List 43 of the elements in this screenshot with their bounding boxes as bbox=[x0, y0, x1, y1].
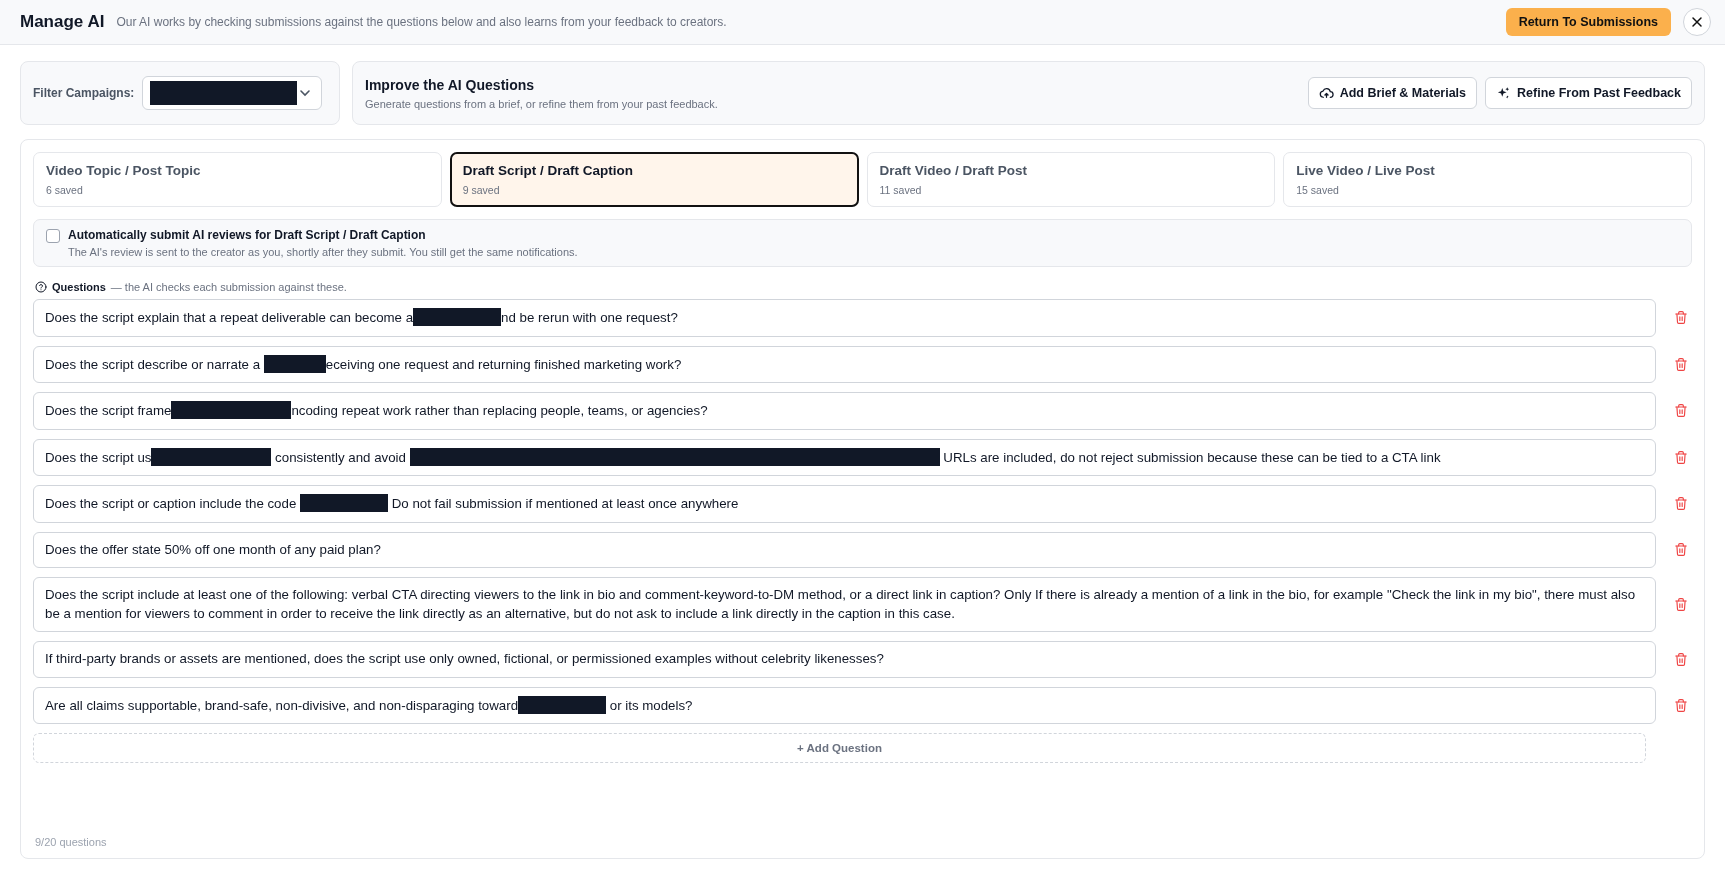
question-field[interactable]: If third-party brands or assets are mentioned, does the script use only owned, fictional, or permissioned examples without celebrity likenesses? bbox=[33, 641, 1656, 678]
trash-icon bbox=[1674, 496, 1688, 512]
question-field[interactable]: Does the script or caption include the code Do not fail submission if mentioned at least once anywhere bbox=[33, 485, 1656, 523]
question-field[interactable]: Are all claims supportable, brand-safe, non-divisive, and non-disparaging toward or its models? bbox=[33, 686, 1656, 724]
question-field[interactable]: Does the script us consistently and avoid URLs are included, do not reject submission because these can be tied to a CTA link bbox=[33, 438, 1656, 476]
close-button[interactable] bbox=[1683, 8, 1711, 36]
add-question-button[interactable]: + Add Question bbox=[33, 733, 1646, 763]
trash-icon bbox=[1674, 651, 1688, 667]
question-field[interactable]: Does the script include at least one of the following: verbal CTA directing viewers to the link in bio and comment-keyword-to-DM method, or a direct link in caption? Only If there is already a mention of a link in the bio, for example "Check the link in my bio", there must also be a mention for viewers to comment in order to receive the link directly as an alternative, but do not ask to include a link directly in the caption in this case. bbox=[33, 577, 1656, 632]
stage-tab[interactable]: Live Video / Live Post 15 saved bbox=[1283, 152, 1692, 207]
trash-icon bbox=[1674, 449, 1688, 465]
question-field[interactable]: Does the script describe or narrate a eceiving one request and returning finished marketing work? bbox=[33, 345, 1656, 383]
question-field[interactable]: Does the script frame ncoding repeat work rather than replacing people, teams, or agencies? bbox=[33, 392, 1656, 430]
panel-title: Improve the AI Questions bbox=[365, 76, 536, 93]
section-note: — the AI checks each submission against these. bbox=[110, 281, 347, 293]
trash-icon bbox=[1674, 597, 1688, 612]
trash-icon bbox=[1674, 542, 1688, 558]
checkbox-description: The AI's review is sent to the creator as you, shortly after they submit. You still get the same notifications. bbox=[68, 246, 578, 258]
checkbox-label: Automatically submit AI reviews for Draft Script / Draft Caption bbox=[68, 228, 427, 242]
panel-description: Generate questions from a brief, or refine them from your past feedback. bbox=[365, 97, 718, 110]
refine-button[interactable]: Refine From Past Feedback bbox=[1485, 77, 1692, 109]
checkbox[interactable] bbox=[46, 229, 60, 243]
return-button[interactable]: Return To Submissions bbox=[1505, 8, 1671, 36]
section-title: Questions bbox=[52, 281, 106, 293]
trash-icon bbox=[1674, 356, 1688, 372]
add-brief-button[interactable]: Add Brief & Materials bbox=[1307, 77, 1478, 109]
trash-icon bbox=[1674, 403, 1688, 419]
question-field[interactable]: Does the offer state 50% off one month of any paid plan? bbox=[33, 531, 1656, 568]
trash-icon bbox=[1674, 310, 1688, 326]
campaign-select[interactable] bbox=[142, 76, 323, 110]
filter-label: Filter Campaigns: bbox=[33, 86, 135, 100]
page-title: Manage AI bbox=[20, 12, 105, 32]
stage-tab[interactable]: Draft Script / Draft Caption 9 saved bbox=[449, 152, 859, 207]
close-icon bbox=[1691, 16, 1703, 28]
stage-tab[interactable]: Video Topic / Post Topic 6 saved bbox=[33, 152, 442, 207]
chevron-down-icon bbox=[299, 89, 312, 97]
trash-icon bbox=[1674, 697, 1688, 713]
stage-tab[interactable]: Draft Video / Draft Post 11 saved bbox=[866, 152, 1276, 207]
page-subtitle: Our AI works by checking submissions against the questions below and also learns from your feedback to creators. bbox=[116, 15, 728, 29]
question-count: 9/20 questions bbox=[34, 836, 108, 848]
help-circle-icon bbox=[35, 281, 47, 293]
question-field[interactable]: Does the script explain that a repeat deliverable can become a nd be rerun with one request? bbox=[33, 299, 1656, 337]
cloud-upload-icon bbox=[1318, 85, 1334, 101]
